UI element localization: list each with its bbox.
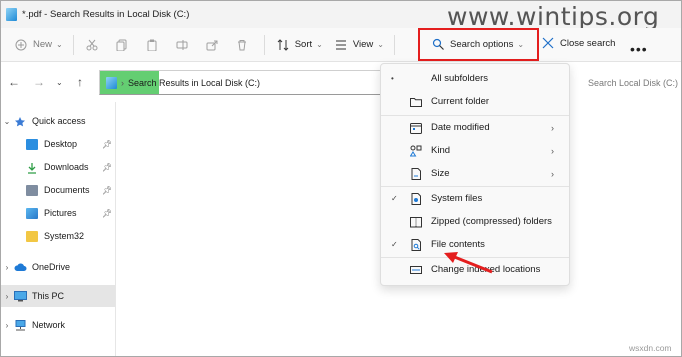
- window-border: [0, 0, 682, 357]
